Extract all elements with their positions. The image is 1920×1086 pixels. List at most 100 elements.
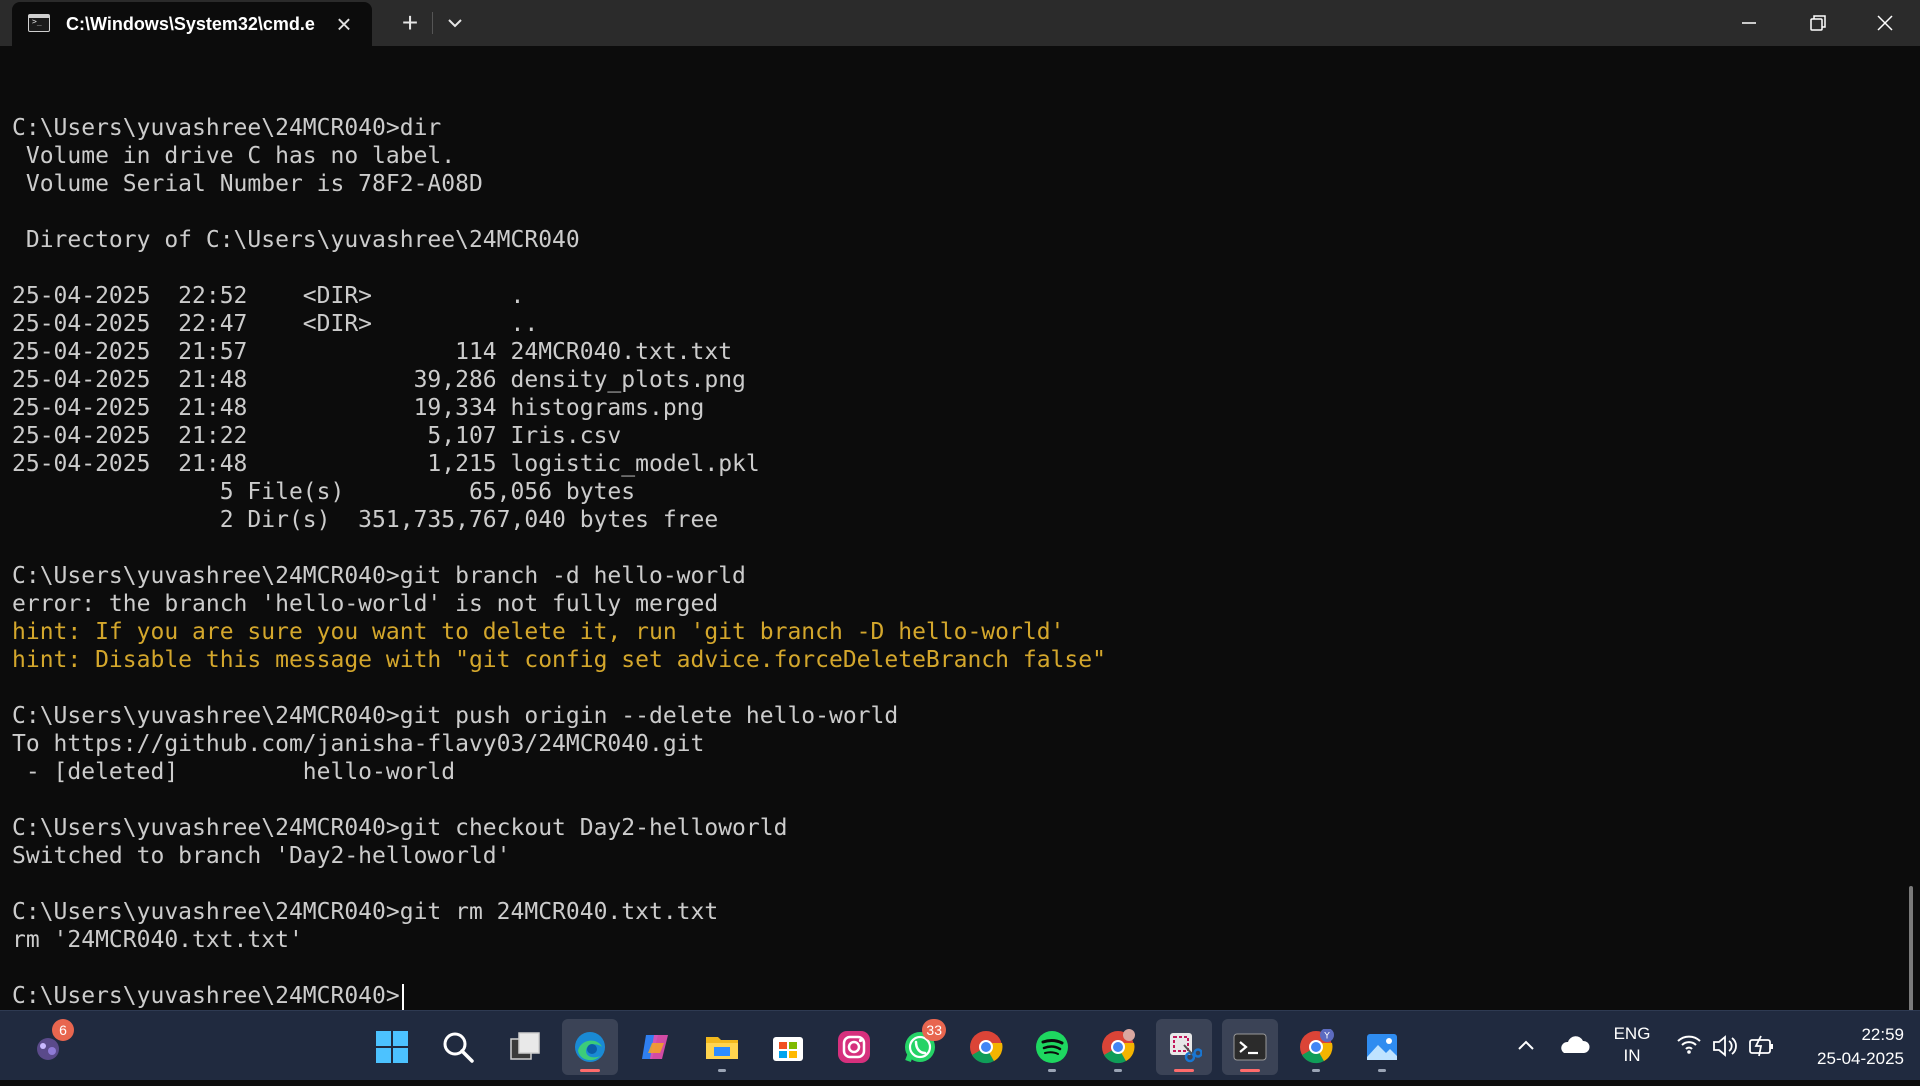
taskbar-terminal[interactable] [1222, 1019, 1278, 1075]
speaker-icon [1713, 1035, 1737, 1057]
open-indicator [1048, 1069, 1056, 1072]
chrome-profile-icon [1102, 1029, 1135, 1064]
open-indicator [1312, 1069, 1320, 1072]
taskbar-chrome-profile-y[interactable]: Y [1288, 1019, 1344, 1075]
close-window-button[interactable] [1851, 0, 1919, 46]
taskbar-spotify[interactable] [1024, 1019, 1080, 1075]
clock[interactable]: 22:59 25-04-2025 [1788, 1023, 1904, 1071]
taskbar-whatsapp[interactable]: 33 [892, 1019, 948, 1075]
chrome-profile-icon: Y [1300, 1029, 1334, 1064]
minimize-button[interactable] [1715, 0, 1783, 46]
chevron-down-icon [448, 19, 462, 28]
spotify-icon [1036, 1031, 1068, 1063]
terminal-line: 5 File(s) 65,056 bytes [12, 479, 636, 505]
terminal-line: 25-04-2025 22:52 <DIR> . [12, 283, 525, 309]
edge-icon [575, 1032, 605, 1062]
profile-letter: Y [1323, 1032, 1330, 1042]
taskbar-file-explorer[interactable] [694, 1019, 750, 1075]
start-button[interactable] [364, 1019, 420, 1075]
tab-close-icon[interactable]: × [330, 10, 358, 38]
chrome-icon [970, 1031, 1003, 1064]
text-cursor [401, 983, 404, 1010]
terminal-output[interactable]: C:\Users\yuvashree\24MCR040>dir Volume i… [0, 46, 1913, 1026]
battery-button[interactable] [1744, 1011, 1778, 1081]
terminal-line: C:\Users\yuvashree\24MCR040>dir [12, 115, 442, 141]
terminal-line: 25-04-2025 21:57 114 24MCR040.txt.txt [12, 339, 733, 365]
terminal-line: Switched to branch 'Day2-helloworld' [12, 843, 511, 869]
terminal-line: C:\Users\yuvashree\24MCR040>git branch -… [12, 563, 746, 589]
command-prompt-icon [28, 14, 50, 32]
terminal-line: Directory of C:\Users\yuvashree\24MCR040 [12, 227, 580, 253]
clock-date: 25-04-2025 [1817, 1049, 1904, 1068]
tab-title: C:\Windows\System32\cmd.e [66, 14, 315, 34]
new-tab-button[interactable]: + [392, 6, 428, 40]
taskbar-chrome[interactable] [958, 1019, 1014, 1075]
active-indicator [580, 1069, 600, 1072]
open-indicator [1114, 1069, 1122, 1072]
taskbar-store[interactable] [760, 1019, 816, 1075]
onedrive-button[interactable] [1556, 1011, 1592, 1081]
task-view-button[interactable] [497, 1019, 553, 1075]
open-indicator [718, 1069, 726, 1072]
chevron-up-icon [1518, 1040, 1534, 1050]
language-indicator[interactable]: ENG IN [1600, 1023, 1664, 1067]
network-button[interactable] [1672, 1011, 1706, 1081]
task-view-icon [510, 1032, 540, 1060]
terminal-hint-line: hint: Disable this message with "git con… [12, 647, 1106, 673]
widgets-button[interactable]: 6 [20, 1019, 76, 1075]
terminal-line: Volume Serial Number is 78F2-A08D [12, 171, 483, 197]
terminal-line: - [deleted] hello-world [12, 759, 456, 785]
volume-button[interactable] [1708, 1011, 1742, 1081]
taskbar: 6 33 Y ENG IN 22:59 25-04-2025 [0, 1010, 1920, 1080]
terminal-line: To https://github.com/janisha-flavy03/24… [12, 731, 705, 757]
terminal-line: 25-04-2025 22:47 <DIR> .. [12, 311, 539, 337]
copilot-icon [642, 1035, 668, 1059]
terminal-line: C:\Users\yuvashree\24MCR040>git rm 24MCR… [12, 899, 719, 925]
active-indicator [1174, 1069, 1194, 1072]
tab-dropdown-button[interactable] [438, 6, 472, 40]
language-code: ENG [1613, 1024, 1651, 1043]
battery-charging-icon [1749, 1035, 1773, 1057]
search-icon [443, 1032, 474, 1063]
restore-icon [1810, 15, 1826, 31]
terminal-line: 25-04-2025 21:48 39,286 density_plots.pn… [12, 367, 746, 393]
minimize-icon [1742, 22, 1756, 24]
photos-icon [1367, 1034, 1397, 1060]
taskbar-chrome-profile[interactable] [1090, 1019, 1146, 1075]
windows-logo-icon [376, 1031, 408, 1063]
restore-button[interactable] [1783, 0, 1851, 46]
terminal-line: Volume in drive C has no label. [12, 143, 456, 169]
scrollbar[interactable] [1909, 886, 1913, 1026]
show-hidden-icons-button[interactable] [1510, 1011, 1542, 1081]
terminal-line: 25-04-2025 21:48 1,215 logistic_model.pk… [12, 451, 760, 477]
terminal-line: C:\Users\yuvashree\24MCR040>git checkout… [12, 815, 788, 841]
store-icon [773, 1037, 803, 1061]
instagram-icon [838, 1031, 870, 1063]
wifi-icon [1677, 1035, 1701, 1054]
taskbar-photos[interactable] [1354, 1019, 1410, 1075]
taskbar-instagram[interactable] [826, 1019, 882, 1075]
region-code: IN [1623, 1046, 1641, 1065]
search-button[interactable] [430, 1019, 486, 1075]
cloud-icon [1561, 1036, 1590, 1053]
taskbar-edge[interactable] [562, 1019, 618, 1075]
taskbar-copilot[interactable] [628, 1019, 684, 1075]
terminal-line: C:\Users\yuvashree\24MCR040>git push ori… [12, 703, 899, 729]
terminal-tab[interactable]: C:\Windows\System32\cmd.e × [12, 2, 372, 46]
terminal-text: C:\Users\yuvashree\24MCR040>dir Volume i… [12, 86, 1106, 1010]
terminal-icon [1233, 1033, 1267, 1061]
terminal-line: error: the branch 'hello-world' is not f… [12, 591, 719, 617]
divider [432, 12, 433, 34]
taskbar-snipping-tool[interactable] [1156, 1019, 1212, 1075]
terminal-prompt-line[interactable]: C:\Users\yuvashree\24MCR040> [12, 982, 1106, 1010]
terminal-prompt: C:\Users\yuvashree\24MCR040> [12, 983, 400, 1009]
open-indicator [1378, 1069, 1386, 1072]
snipping-tool-icon [1170, 1033, 1202, 1063]
